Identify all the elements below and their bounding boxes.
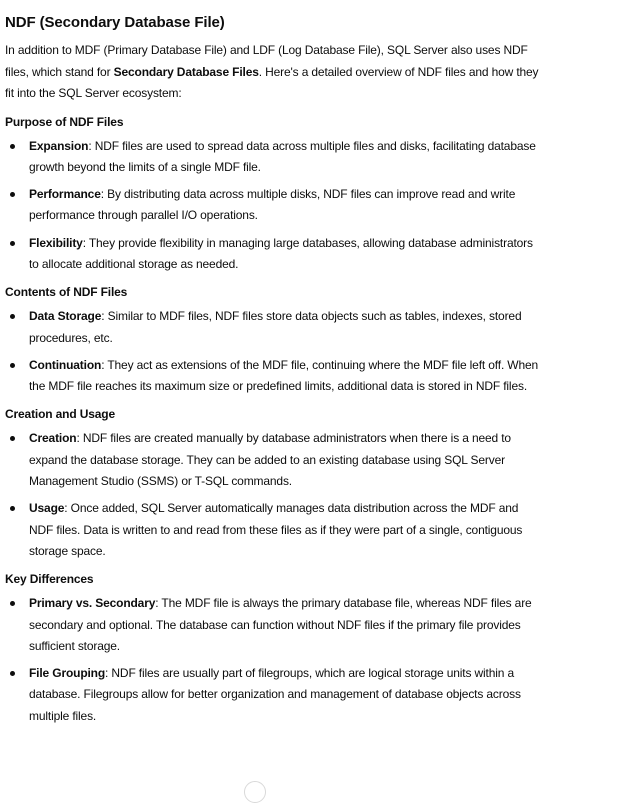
item-term: Expansion <box>29 138 89 153</box>
bullet-list: Expansion: NDF files are used to spread … <box>5 136 545 276</box>
section-heading: Contents of NDF Files <box>5 285 128 300</box>
item-text: : Similar to MDF files, NDF files store … <box>29 309 522 345</box>
item-term: Flexibility <box>29 235 83 250</box>
bullet-icon <box>10 601 15 607</box>
list-item: Continuation: They act as extensions of … <box>5 355 545 398</box>
list-item: Creation: NDF files are created manually… <box>5 428 545 492</box>
bullet-list: Primary vs. Secondary: The MDF file is a… <box>5 593 545 727</box>
section-heading: Purpose of NDF Files <box>5 114 124 129</box>
bullet-icon <box>10 362 15 368</box>
item-term: Data Storage <box>29 309 102 324</box>
bullet-icon <box>10 314 15 320</box>
item-term: Creation <box>29 431 77 446</box>
message-content: NDF (Secondary Database File) In additio… <box>5 0 545 727</box>
bullet-icon <box>10 192 15 198</box>
item-text: : NDF files are used to spread data acro… <box>29 138 536 174</box>
item-text: : They act as extensions of the MDF file… <box>29 357 539 394</box>
item-text: : Once added, SQL Server automatically m… <box>29 501 523 558</box>
item-term: Continuation <box>29 357 102 372</box>
bullet-list: Creation: NDF files are created manually… <box>5 428 545 562</box>
list-item: Flexibility: They provide flexibility in… <box>5 233 545 276</box>
list-item: File Grouping: NDF files are usually par… <box>5 663 545 727</box>
bullet-icon <box>10 143 15 149</box>
section-heading: Key Differences <box>5 572 94 587</box>
intro-bold-term: Secondary Database Files <box>113 64 259 79</box>
section-creation: Creation and Usage Creation: NDF files a… <box>5 405 545 562</box>
item-text: : By distributing data across multiple d… <box>29 187 516 223</box>
bullet-icon <box>10 240 15 246</box>
item-term: Performance <box>29 187 101 202</box>
bullet-list: Data Storage: Similar to MDF files, NDF … <box>5 306 545 397</box>
page-title: NDF (Secondary Database File) <box>5 14 225 31</box>
intro-paragraph: In addition to MDF (Primary Database Fil… <box>5 40 545 105</box>
section-heading: Creation and Usage <box>5 407 115 422</box>
bullet-icon <box>10 671 15 677</box>
section-purpose: Purpose of NDF Files Expansion: NDF file… <box>5 113 545 276</box>
section-differences: Key Differences Primary vs. Secondary: T… <box>5 570 545 727</box>
item-text: : They provide flexibility in managing l… <box>29 235 533 271</box>
list-item: Primary vs. Secondary: The MDF file is a… <box>5 593 545 657</box>
item-text: : NDF files are created manually by data… <box>29 431 511 489</box>
list-item: Usage: Once added, SQL Server automatica… <box>5 498 545 562</box>
item-term: File Grouping <box>29 666 106 681</box>
item-term: Usage <box>29 501 65 516</box>
scroll-down-button[interactable] <box>244 781 266 803</box>
bullet-icon <box>10 436 15 442</box>
list-item: Expansion: NDF files are used to spread … <box>5 136 545 179</box>
list-item: Data Storage: Similar to MDF files, NDF … <box>5 306 545 349</box>
bullet-icon <box>10 506 15 512</box>
section-contents: Contents of NDF Files Data Storage: Simi… <box>5 283 545 397</box>
list-item: Performance: By distributing data across… <box>5 184 545 227</box>
item-term: Primary vs. Secondary <box>29 596 156 611</box>
